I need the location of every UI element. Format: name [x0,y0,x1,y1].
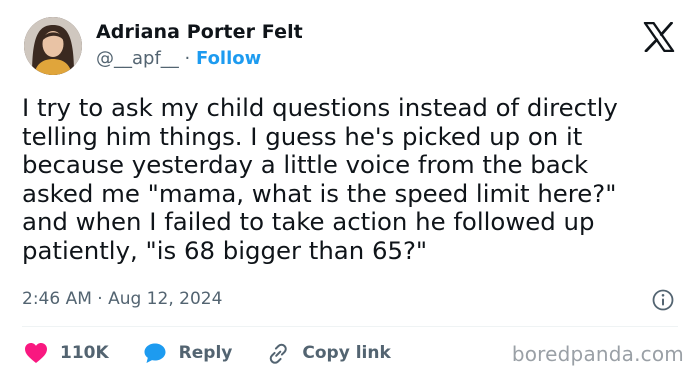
author-avatar[interactable] [24,17,82,75]
heart-icon [25,343,47,363]
action-divider [22,326,678,327]
watermark: boredpanda.com [511,342,684,366]
author-handle-row: @__apf__ · Follow [96,48,261,69]
like-count: 110K [60,343,109,363]
speech-bubble-icon [144,343,166,363]
reply-button[interactable]: Reply [143,342,233,364]
link-icon [270,343,288,364]
tweet-timestamp[interactable]: 2:46 AM · Aug 12, 2024 [22,289,222,309]
action-bar: 110K Reply Copy link [24,340,425,366]
author-name[interactable]: Adriana Porter Felt [96,21,303,43]
reply-label: Reply [178,343,233,363]
author-handle[interactable]: @__apf__ [96,48,179,69]
copy-link-label: Copy link [302,343,391,363]
info-icon[interactable] [652,289,674,311]
x-logo-icon[interactable] [643,21,675,53]
like-button[interactable]: 110K [24,342,109,364]
copy-link-button[interactable]: Copy link [266,342,391,364]
separator-dot: · [184,48,191,69]
follow-button[interactable]: Follow [196,48,261,69]
tweet-text: I try to ask my child questions instead … [22,93,618,265]
